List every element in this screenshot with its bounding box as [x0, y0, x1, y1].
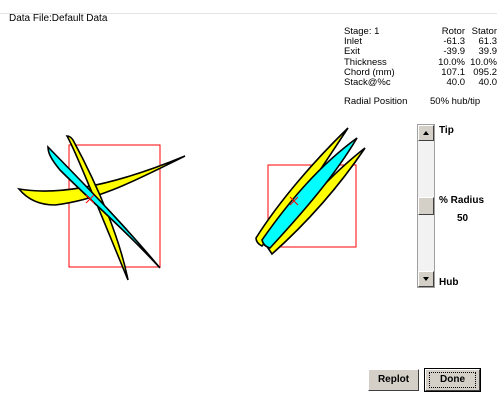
arrow-up-icon: [423, 131, 429, 135]
rotor-blade-tip: [65, 135, 129, 281]
stator-blade: [47, 145, 161, 269]
stack-stator-value: 40.0: [478, 76, 497, 88]
replot-button[interactable]: Replot: [368, 369, 419, 391]
scroll-thumb[interactable]: [418, 197, 434, 215]
blade-plot-canvas: [17, 127, 366, 281]
hub-label: Hub: [439, 277, 459, 288]
radius-value: 50: [457, 213, 469, 224]
radius-scrollbar[interactable]: [417, 124, 435, 288]
done-button[interactable]: Done: [424, 368, 481, 392]
stator-blade-right: [261, 137, 358, 249]
tip-label: Tip: [439, 125, 454, 136]
arrow-down-icon: [423, 277, 429, 281]
scroll-up-button[interactable]: [418, 125, 434, 141]
scroll-down-button[interactable]: [418, 271, 434, 287]
done-button-label: Done: [429, 372, 476, 388]
radius-label: % Radius: [439, 195, 485, 206]
scroll-track[interactable]: [418, 141, 434, 271]
radial-position-value: 50% hub/tip: [430, 96, 481, 107]
